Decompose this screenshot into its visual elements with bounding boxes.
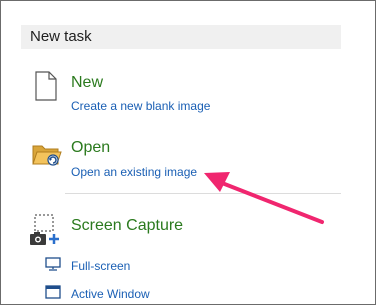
arrow-shaft	[220, 181, 324, 224]
annotation-arrow	[204, 172, 324, 224]
arrow-head	[204, 172, 230, 192]
